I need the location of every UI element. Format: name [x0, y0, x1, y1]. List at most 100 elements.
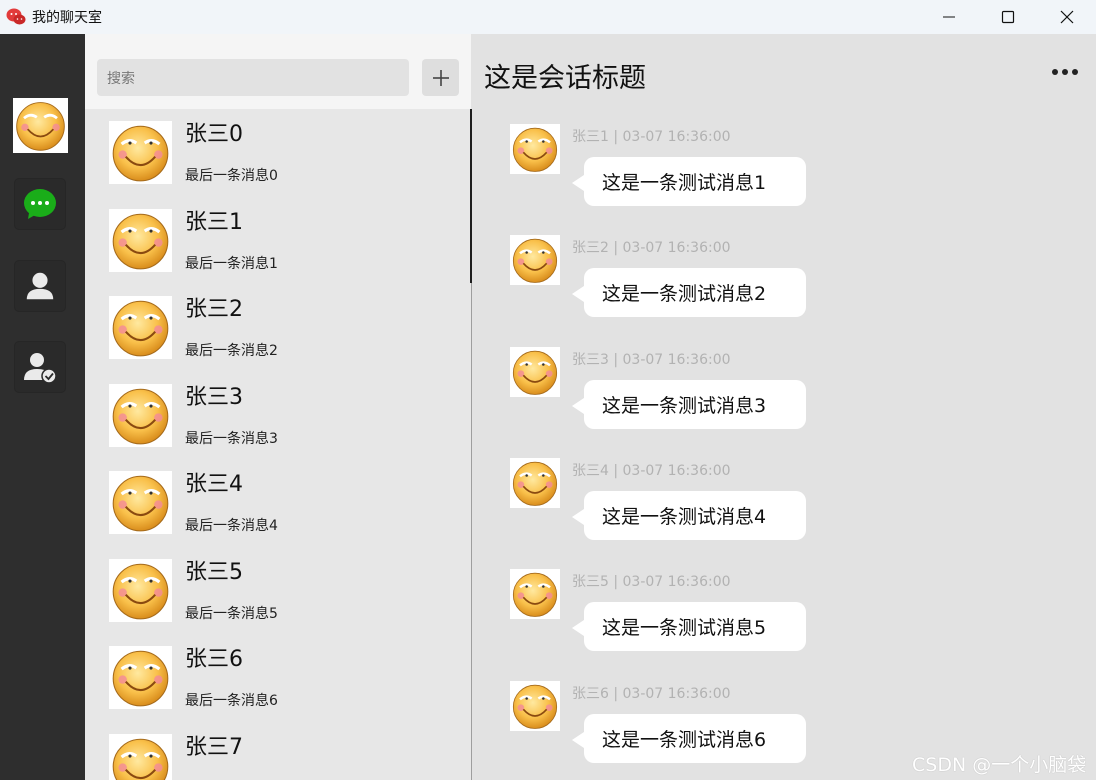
smiley-face-icon — [512, 461, 558, 506]
sender-avatar[interactable] — [510, 124, 560, 174]
message-meta: 张三1 | 03-07 16:36:00 — [572, 129, 731, 145]
smiley-face-icon — [112, 475, 169, 532]
contact-avatar — [109, 646, 172, 709]
message-bubble[interactable]: 这是一条测试消息3 — [572, 379, 806, 429]
smiley-face-icon — [112, 738, 169, 780]
friend-verified-icon — [24, 353, 57, 384]
minimize-button[interactable] — [920, 0, 978, 34]
contact-name: 张三0 — [185, 122, 243, 147]
chat-header: 这是会话标题 — [472, 34, 1096, 109]
smiley-face-icon — [512, 127, 558, 172]
title-bar: 我的聊天室 — [0, 0, 1096, 34]
more-options-button[interactable] — [1050, 62, 1080, 82]
watermark: CSDN @一个小脑袋 — [912, 754, 1087, 776]
message-meta: 张三5 | 03-07 16:36:00 — [572, 574, 731, 591]
user-avatar[interactable] — [13, 98, 68, 153]
contact-name: 张三5 — [185, 559, 243, 585]
message-item: 张三5 | 03-07 16:36:00 这是一条测试消息5 — [472, 554, 1096, 664]
nav-chat-button[interactable] — [15, 179, 65, 229]
contact-last-message: 最后一条消息2 — [185, 343, 278, 359]
sender-avatar[interactable] — [510, 346, 560, 397]
contact-last-message: 最后一条消息5 — [185, 605, 278, 622]
contact-item[interactable]: 张三0 最后一条消息0 — [85, 109, 471, 196]
message-text: 这是一条测试消息3 — [602, 394, 767, 417]
contact-last-message: 最后一条消息1 — [185, 255, 278, 272]
smiley-face-icon — [512, 350, 558, 395]
contact-name: 张三4 — [185, 472, 243, 497]
message-meta: 张三6 | 03-07 16:36:00 — [572, 685, 731, 702]
nav-contacts-button[interactable] — [15, 261, 65, 311]
close-button[interactable] — [1038, 0, 1096, 34]
maximize-button[interactable] — [979, 0, 1037, 34]
contact-last-message: 最后一条消息4 — [185, 518, 278, 534]
smiley-face-icon — [16, 102, 65, 151]
window-title: 我的聊天室 — [32, 10, 102, 26]
contact-item[interactable]: 张三4 最后一条消息4 — [85, 459, 471, 546]
smiley-face-icon — [112, 300, 169, 357]
smiley-face-icon — [112, 125, 169, 182]
message-bubble[interactable]: 这是一条测试消息1 — [572, 157, 806, 206]
message-bubble[interactable]: 这是一条测试消息4 — [572, 490, 806, 540]
contact-avatar — [109, 208, 172, 272]
contact-name: 张三1 — [185, 209, 243, 235]
contact-item[interactable]: 张三7 — [85, 722, 471, 780]
contact-item[interactable]: 张三1 最后一条消息1 — [85, 197, 471, 284]
contact-item[interactable]: 张三6 最后一条消息6 — [85, 634, 471, 721]
add-contact-button[interactable] — [422, 59, 459, 96]
nav-friend-verify-button[interactable] — [15, 342, 65, 392]
close-icon — [1060, 10, 1074, 24]
message-bubble[interactable]: 这是一条测试消息2 — [572, 268, 806, 318]
message-meta: 张三4 | 03-07 16:36:00 — [572, 462, 731, 479]
message-item: 张三1 | 03-07 16:36:00 这是一条测试消息1 — [472, 109, 1096, 219]
sender-avatar[interactable] — [510, 569, 560, 620]
sender-avatar[interactable] — [510, 457, 560, 508]
contact-avatar — [109, 733, 172, 780]
contact-avatar — [109, 383, 172, 447]
message-text: 这是一条测试消息5 — [602, 617, 767, 640]
contact-avatar — [109, 121, 172, 184]
message-meta: 张三2 | 03-07 16:36:00 — [572, 240, 731, 257]
message-item: 张三4 | 03-07 16:36:00 这是一条测试消息4 — [472, 443, 1096, 553]
message-text: 这是一条测试消息6 — [602, 728, 767, 751]
smiley-face-icon — [512, 572, 558, 618]
smiley-face-icon — [112, 650, 169, 707]
contact-item[interactable]: 张三3 最后一条消息3 — [85, 372, 471, 459]
smiley-face-icon — [112, 563, 169, 619]
message-bubble[interactable]: 这是一条测试消息5 — [572, 602, 806, 652]
message-item: 张三3 | 03-07 16:36:00 这是一条测试消息3 — [472, 332, 1096, 442]
contact-name: 张三7 — [185, 734, 243, 760]
contact-item[interactable]: 张三2 最后一条消息2 — [85, 284, 471, 371]
conversation-title: 这是会话标题 — [484, 63, 646, 94]
search-input[interactable]: 搜索 — [97, 59, 409, 96]
contact-name: 张三6 — [185, 647, 243, 672]
contact-last-message: 最后一条消息0 — [185, 168, 278, 184]
smiley-face-icon — [512, 684, 558, 729]
message-text: 这是一条测试消息4 — [602, 505, 767, 528]
contact-item[interactable]: 张三5 最后一条消息5 — [85, 547, 471, 634]
contacts-header: 搜索 — [85, 34, 471, 109]
message-meta: 张三3 | 03-07 16:36:00 — [572, 351, 731, 368]
smiley-face-icon — [112, 388, 169, 444]
minimize-icon — [943, 16, 955, 18]
message-area[interactable]: 张三1 | 03-07 16:36:00 这是一条测试消息1 张三2 | 03-07… — [472, 109, 1096, 780]
contact-avatar — [109, 471, 172, 534]
contact-avatar — [109, 296, 172, 359]
search-placeholder: 搜索 — [107, 70, 135, 87]
contacts-icon — [26, 272, 54, 300]
contact-last-message: 最后一条消息3 — [185, 430, 278, 447]
chat-bubble-icon — [24, 189, 56, 219]
smiley-face-icon — [112, 213, 169, 269]
side-nav — [0, 34, 85, 780]
contact-name: 张三3 — [185, 384, 243, 410]
contact-list: 张三0 最后一条消息0 张三1 最后一条消息1 张三2 最后一条消息2 张三3 最后一条消息3… — [85, 109, 471, 780]
message-text: 这是一条测试消息2 — [602, 283, 767, 306]
contact-name: 张三2 — [185, 297, 243, 322]
sender-avatar[interactable] — [510, 235, 560, 286]
message-bubble[interactable]: 这是一条测试消息6 — [572, 713, 806, 763]
more-icon — [1052, 69, 1078, 75]
contact-last-message: 最后一条消息6 — [185, 693, 278, 709]
message-item: 张三2 | 03-07 16:36:00 这是一条测试消息2 — [472, 220, 1096, 330]
wechat-logo-icon — [6, 7, 26, 27]
smiley-face-icon — [512, 239, 558, 284]
sender-avatar[interactable] — [510, 680, 560, 731]
